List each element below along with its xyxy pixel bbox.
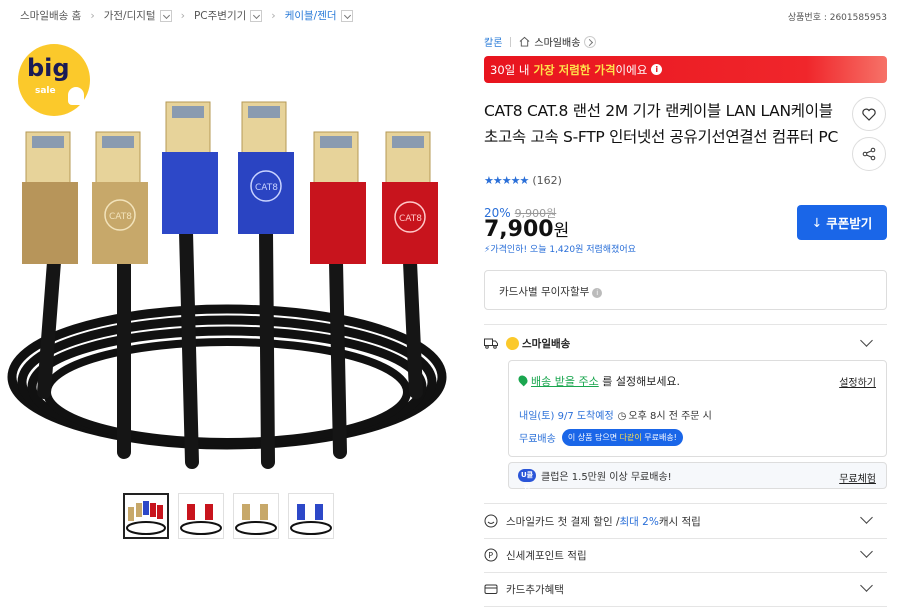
- big-sale-badge: big sale: [18, 44, 90, 116]
- store-link[interactable]: 스마일배송: [534, 34, 580, 49]
- shinsegae-point-row[interactable]: P 신세계포인트 적립: [484, 538, 887, 572]
- breadcrumb-label: 가전/디지털: [103, 10, 156, 22]
- row-highlight: 최대 2%: [619, 515, 659, 528]
- truck-icon: [484, 338, 498, 349]
- divider: [484, 324, 887, 325]
- bubble-pre: 이 상품 담으면: [567, 433, 620, 442]
- badge-big-text: big: [27, 54, 70, 82]
- club-text: 클럽은 1.5만원 이상 무료배송!: [541, 472, 672, 483]
- free-shipping-bubble: 이 상품 담으면 다같이 무료배송!: [561, 429, 683, 446]
- smile-icon: [506, 336, 519, 350]
- bubble-post: 무료배송!: [641, 433, 677, 442]
- credit-card-icon: [484, 584, 498, 594]
- rating[interactable]: ★★★★★ (162): [484, 174, 562, 187]
- arrival-info: 내일(토) 9/7 도착예정 ◷ 오후 8시 전 주문 시: [519, 407, 712, 422]
- address-text: 를 설정해보세요.: [602, 375, 681, 388]
- promo-post: 이에요: [615, 62, 648, 77]
- smile-card-icon: [484, 514, 498, 528]
- breadcrumb-label: 스마일배송 홈: [20, 10, 82, 22]
- thumbnail-3[interactable]: [233, 493, 279, 539]
- thumbnail-1[interactable]: [123, 493, 169, 539]
- review-count: (162): [532, 174, 562, 187]
- home-icon: [520, 36, 530, 47]
- price-drop-note: ⚡가격인하! 오늘 1,420원 저렴해졌어요: [484, 242, 636, 255]
- breadcrumb-category-1[interactable]: 가전/디지털: [104, 8, 172, 23]
- address-prompt: 배송 받을 주소 를 설정해보세요.: [516, 373, 681, 389]
- breadcrumb-home[interactable]: 스마일배송 홈: [20, 8, 81, 23]
- breadcrumb-label: 케이블/젠더: [284, 10, 337, 22]
- free-shipping-text: 무료배송: [519, 434, 556, 445]
- address-box: 배송 받을 주소 를 설정해보세요. 설정하기 내일(토) 9/7 도착예정 ◷ 오…: [508, 360, 887, 457]
- row-text: 스마일카드 첫 결제 할인 /: [506, 515, 620, 528]
- thumbnail-strip: [123, 493, 334, 539]
- set-address-link[interactable]: 설정하기: [839, 374, 876, 389]
- free-trial-link[interactable]: 무료체험: [839, 470, 876, 485]
- sale-price: 7,900원: [484, 216, 569, 242]
- row-text: 신세계포인트 적립: [506, 549, 587, 562]
- info-icon[interactable]: i: [592, 288, 603, 298]
- card-installment-text: 카드사별 무이자할부: [499, 286, 590, 298]
- chevron-right-icon: ›: [271, 9, 276, 22]
- clock-icon: ◷: [617, 411, 627, 422]
- breadcrumb-category-2[interactable]: PC주변기기: [193, 8, 263, 23]
- arrival-note: 오후 8시 전 주문 시: [628, 411, 712, 422]
- card-installment-box[interactable]: 카드사별 무이자할부 i: [484, 270, 887, 310]
- svg-text:CAT8: CAT8: [109, 212, 132, 222]
- chevron-right-icon[interactable]: [584, 35, 597, 48]
- info-icon[interactable]: i: [651, 64, 663, 75]
- chevron-right-icon: ›: [180, 9, 185, 22]
- price-drop-text: 가격인하! 오늘 1,420원 저렴해졌어요: [490, 245, 636, 255]
- row-text-post: 캐시 적립: [658, 515, 701, 528]
- club-box: U클럽 클럽은 1.5만원 이상 무료배송! 무료체험: [508, 462, 887, 492]
- bubble-highlight: 다같이: [619, 433, 642, 442]
- star-rating-icon: ★★★★★: [484, 174, 529, 187]
- promo-pre: 30일 내: [490, 62, 530, 77]
- location-pin-icon: [516, 373, 530, 387]
- u-club-badge: U클럽: [518, 469, 536, 492]
- ghost-mascot-icon: [68, 87, 84, 105]
- point-icon: P: [484, 548, 498, 562]
- chevron-right-icon: ›: [90, 9, 95, 22]
- free-shipping: 무료배송 이 상품 담으면 다같이 무료배송!: [519, 429, 683, 446]
- divider: [510, 36, 512, 47]
- svg-text:CAT8: CAT8: [399, 214, 422, 224]
- product-title: CAT8 CAT.8 랜선 2M 기가 랜케이블 LAN LAN케이블 초고속 …: [484, 102, 838, 146]
- wishlist-button[interactable]: [852, 97, 886, 131]
- lowest-price-banner: 30일 내 가장 저렴한 가격 이에요 i: [484, 56, 887, 83]
- shipping-header[interactable]: 스마일배송: [484, 334, 887, 352]
- smilecard-discount-row[interactable]: 스마일카드 첫 결제 할인 / 최대 2% 캐시 적립: [484, 504, 887, 538]
- chevron-down-icon[interactable]: [340, 9, 353, 22]
- price-area: 20% 9,900원 7,900원 ⚡가격인하! 오늘 1,420원 저렴해졌어요: [484, 202, 636, 255]
- breadcrumb-category-3[interactable]: 케이블/젠더: [285, 8, 353, 23]
- arrival-date: 내일(토) 9/7 도착예정: [519, 411, 614, 422]
- brand-row: 칼론 스마일배송: [484, 34, 597, 49]
- chevron-down-icon[interactable]: [250, 9, 263, 22]
- product-number: 상품번호 : 2601585953: [787, 13, 887, 23]
- top-bar: 스마일배송 홈 › 가전/디지털 › PC주변기기 › 케이블/젠더 상품번호 …: [0, 0, 900, 30]
- chevron-down-icon[interactable]: [159, 9, 172, 22]
- share-icon: [862, 147, 876, 161]
- badge-sale-text: sale: [35, 86, 56, 96]
- heart-icon: [862, 108, 876, 121]
- price-unit: 원: [553, 221, 570, 241]
- coupon-button[interactable]: ↓ 쿠폰받기: [797, 205, 887, 240]
- breadcrumb: 스마일배송 홈 › 가전/디지털 › PC주변기기 › 케이블/젠더: [20, 8, 353, 23]
- svg-text:CAT8: CAT8: [255, 183, 278, 193]
- thumbnail-2[interactable]: [178, 493, 224, 539]
- coupon-label: 쿠폰받기: [826, 216, 873, 231]
- thumbnail-4[interactable]: [288, 493, 334, 539]
- divider: [484, 606, 887, 607]
- row-text: 카드추가혜택: [506, 583, 564, 596]
- promo-highlight: 가장 저렴한 가격: [533, 62, 616, 77]
- card-benefit-row[interactable]: 카드추가혜택: [484, 572, 887, 606]
- breadcrumb-label: PC주변기기: [193, 10, 247, 22]
- price-value: 7,900: [484, 217, 554, 242]
- brand-link[interactable]: 칼론: [484, 34, 502, 49]
- svg-text:P: P: [488, 551, 493, 560]
- shipping-label: 스마일배송: [522, 337, 571, 350]
- address-link[interactable]: 배송 받을 주소: [531, 375, 599, 388]
- download-icon: ↓: [811, 215, 823, 230]
- share-button[interactable]: [852, 137, 886, 171]
